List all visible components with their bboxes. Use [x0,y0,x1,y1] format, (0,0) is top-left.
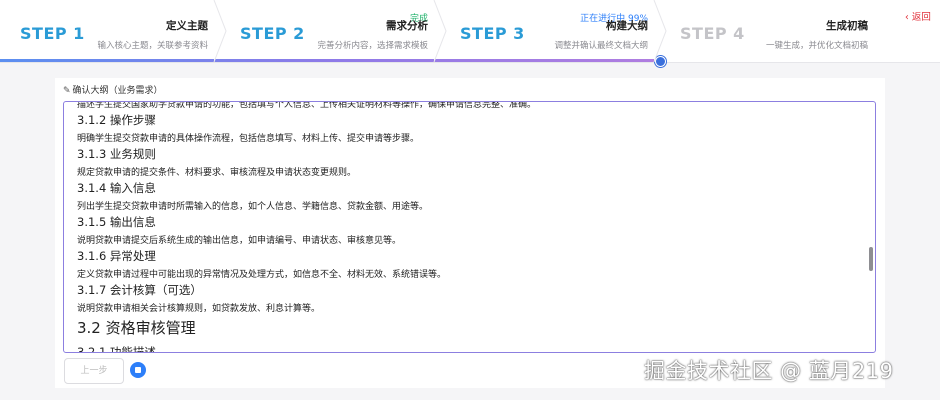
step-divider-icon [653,0,667,62]
outline-heading-h3: 3.1.2 操作步骤 [77,113,156,127]
step-4-desc: 一键生成，并优化文档初稿 [765,41,868,51]
step-2-title: 需求分析 [386,20,428,32]
step-4[interactable]: STEP 4 生成初稿 一键生成，并优化文档初稿 [660,0,880,62]
outline-heading-h3: 3.1.3 业务规则 [77,147,156,161]
step-1-number: STEP 1 [20,24,85,43]
step-3[interactable]: STEP 3 正在进行中 99% 构建大纲 调整并确认最终文档大纲 [440,0,667,62]
outline-heading-text: 确认大纲（业务需求） [72,86,163,96]
step-2[interactable]: STEP 2 完成 需求分析 完善分析内容，选择需求模板 [220,0,447,62]
step-2-number: STEP 2 [240,24,305,43]
outline-paragraph: 规定贷款申请的提交条件、材料要求、审核流程及申请状态变更规则。 [77,168,357,178]
stop-button[interactable] [130,362,146,378]
outline-content: 描述学生提交国家助学贷款申请的功能，包括填写个人信息、上传相关证明材料等操作，确… [77,101,857,353]
outline-heading: ✎ 确认大纲（业务需求） [63,83,163,96]
stop-icon [135,367,141,373]
back-button[interactable]: ‹ 返回 [905,9,931,23]
chevron-left-icon: ‹ [905,12,912,23]
outline-heading-h3: 3.1.6 异常处理 [77,249,156,263]
step-3-desc: 调整并确认最终文档大纲 [554,41,648,51]
outline-paragraph: 列出学生提交贷款申请时所需输入的信息，如个人信息、学籍信息、贷款金额、用途等。 [77,202,429,212]
step-1-desc: 输入核心主题，关联参考资料 [97,41,208,51]
editor-scrollbar[interactable] [869,247,873,271]
step-bar: STEP 1 定义主题 输入核心主题，关联参考资料 STEP 2 完成 需求分析… [0,0,940,67]
outline-paragraph: 说明贷款申请提交后系统生成的输出信息，如申请编号、申请状态、审核意见等。 [77,236,402,246]
step-4-title: 生成初稿 [826,20,868,32]
outline-editor[interactable]: 描述学生提交国家助学贷款申请的功能，包括填写个人信息、上传相关证明材料等操作，确… [63,101,876,353]
outline-heading-h3: 3.1.7 会计核算（可选） [77,283,202,297]
outline-paragraph: 明确学生提交贷款申请的具体操作流程，包括信息填写、材料上传、提交申请等步骤。 [77,134,420,144]
previous-step-button[interactable]: 上一步 [64,358,124,384]
step-3-title: 构建大纲 [606,20,648,32]
outline-heading-h3: 3.1.4 输入信息 [77,181,156,195]
step-4-number: STEP 4 [680,24,745,43]
outline-paragraph: 定义贷款申请过程中可能出现的异常情况及处理方式，如信息不全、材料无效、系统错误等… [77,270,447,280]
watermark: 掘金技术社区 @ 蓝月219 [644,359,894,383]
outline-heading-h3: 3.2.1 功能描述 [77,345,156,353]
outline-heading-h3: 3.1.5 输出信息 [77,215,156,229]
outline-paragraph: 描述学生提交国家助学贷款申请的功能，包括填写个人信息、上传相关证明材料等操作，确… [77,101,537,110]
progress-bar [0,59,660,62]
step-divider-icon [433,0,447,62]
back-label: 返回 [911,12,931,23]
step-divider-icon [213,0,227,62]
outline-heading-h2: 3.2 资格审核管理 [77,319,196,337]
tag-icon: ✎ [63,86,71,96]
step-3-number: STEP 3 [460,24,525,43]
outline-paragraph: 说明贷款申请相关会计核算规则，如贷款发放、利息计算等。 [77,304,321,314]
step-2-desc: 完善分析内容，选择需求模板 [317,41,428,51]
step-1[interactable]: STEP 1 定义主题 输入核心主题，关联参考资料 [0,0,227,62]
step-1-title: 定义主题 [166,20,208,32]
